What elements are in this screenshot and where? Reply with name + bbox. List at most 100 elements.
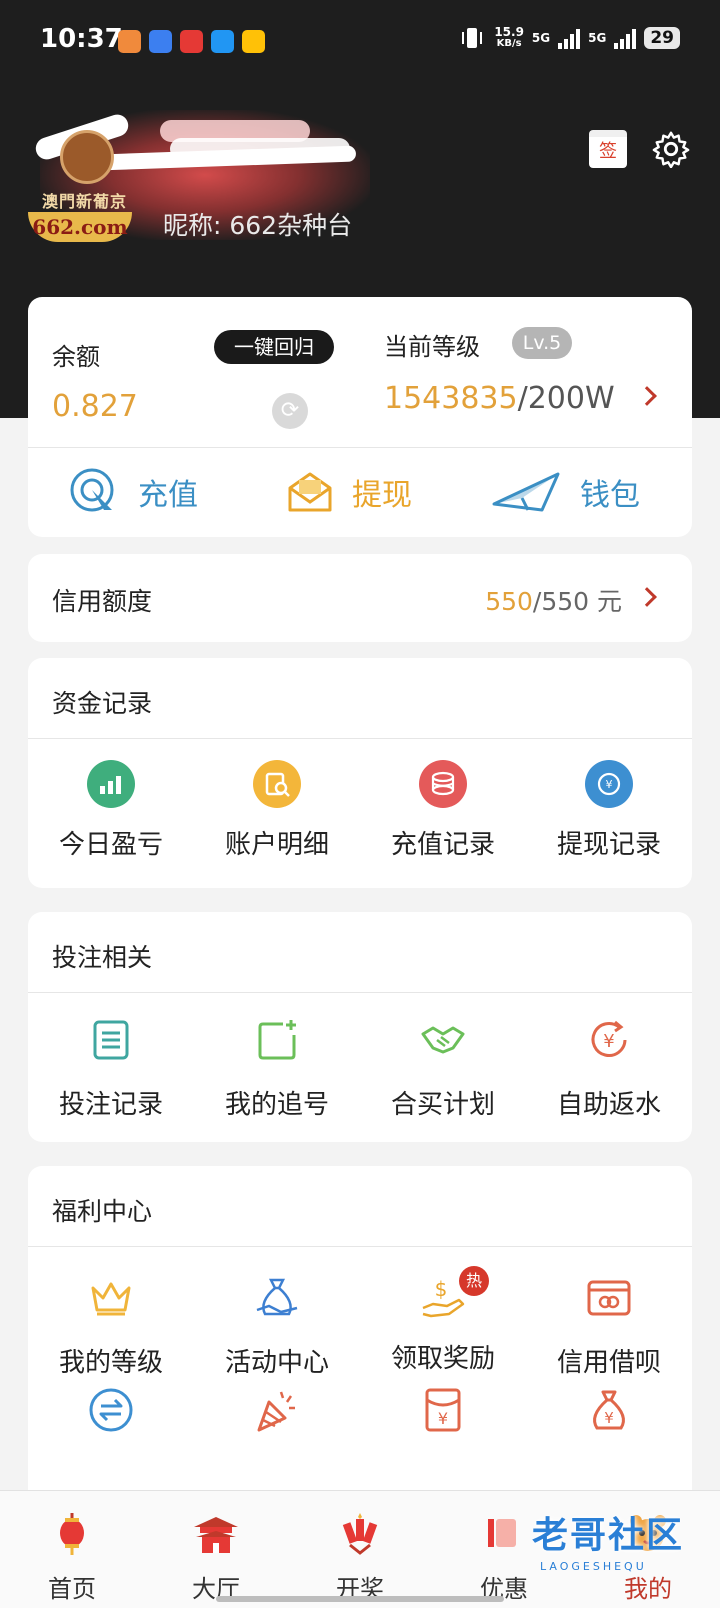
section-title: 福利中心 [52,1197,153,1226]
refresh-balance-icon[interactable] [272,393,308,429]
my-chase-button[interactable]: 我的追号 [194,1016,360,1121]
withdraw-icon [288,472,332,512]
wallet-icon [492,472,560,512]
activity-center-button[interactable]: 活动中心 [194,1274,360,1379]
status-bar: 10:37 15.9 KB/s 5G 5G 29 [0,0,720,84]
bet-record-button[interactable]: 投注记录 [28,1016,194,1121]
sim1-label: 5G [531,31,551,45]
betting-section: 投注相关 投注记录 我的追号 合买计划 ¥ 自助返水 [28,912,692,1142]
nav-home[interactable]: 首页 [0,1509,144,1604]
divider [28,447,692,448]
network-speed: 15.9 KB/s [494,26,524,50]
app-notification-icon [149,30,172,53]
reward-hand-wrapper: $ 热 [419,1266,489,1322]
level-current: 1543835 [384,381,518,416]
credit-value: 550/550 元 [485,582,622,618]
item-label: 投注记录 [58,1090,163,1120]
recharge-icon [70,468,114,512]
item-label: 活动中心 [224,1348,329,1378]
list-icon [93,1020,129,1060]
recharge-label: 充值 [138,478,198,513]
group-buy-button[interactable]: 合买计划 [360,1016,526,1121]
chart-icon [87,760,135,808]
hot-badge: 热 [459,1266,489,1296]
svg-text:¥: ¥ [603,1031,614,1052]
party-popper-icon[interactable] [253,1386,301,1434]
withdraw-record-button[interactable]: ¥ 提现记录 [526,760,692,861]
account-detail-button[interactable]: 账户明细 [194,760,360,861]
chevron-right-icon[interactable] [637,386,657,406]
brand-logo: 澳門新葡京 662.com [28,128,150,244]
settings-gear-icon[interactable] [652,130,690,168]
withdraw-button[interactable]: 提现 [286,459,412,525]
level-progress[interactable]: 1543835/200W [384,381,615,416]
svg-text:¥: ¥ [438,1409,448,1428]
app-notification-icon [211,30,234,53]
gift-bag-icon [256,1278,298,1316]
recharge-record-button[interactable]: 充值记录 [360,760,526,861]
level-target: /200W [517,381,615,416]
vibrate-icon [462,28,483,48]
recharge-button[interactable]: 充值 [68,459,198,525]
one-click-return-button[interactable]: 一键回归 [214,330,334,364]
nav-hall[interactable]: 大厅 [144,1509,288,1604]
transfer-icon[interactable] [87,1386,135,1434]
fund-records-section: 资金记录 今日盈亏 账户明细 充值记录 ¥ 提现记录 [28,658,692,888]
nav-draw[interactable]: 开奖 [288,1509,432,1604]
signal-icon [614,27,637,49]
watermark-sub: LAOGESHEQU [540,1560,647,1573]
claim-reward-button[interactable]: $ 热 领取奖励 [360,1266,526,1375]
app-notification-icon [118,30,141,53]
my-level-button[interactable]: 我的等级 [28,1274,194,1379]
card-icon [587,1280,631,1316]
account-detail-icon [253,760,301,808]
level-badge: Lv.5 [512,327,572,359]
sign-in-button[interactable]: 签 [589,130,627,168]
item-label: 信用借呗 [556,1348,661,1378]
nav-label: 我的 [624,1575,672,1603]
withdraw-label: 提现 [352,478,412,513]
today-profit-button[interactable]: 今日盈亏 [28,760,194,861]
divider [28,992,692,993]
watermark: 老哥社区 [531,1515,684,1556]
wallet-label: 钱包 [580,478,640,513]
home-indicator[interactable] [216,1596,504,1602]
credit-loan-button[interactable]: 信用借呗 [526,1274,692,1379]
credit-label: 信用额度 [52,587,153,616]
item-label: 合买计划 [390,1090,495,1120]
item-label: 领取奖励 [390,1344,495,1374]
chevron-right-icon[interactable] [637,587,657,607]
self-rebate-button[interactable]: ¥ 自助返水 [526,1016,692,1121]
section-title: 投注相关 [52,943,153,972]
yen-envelope-icon[interactable]: ¥ [419,1386,467,1434]
divider [28,738,692,739]
network-speed-unit: KB/s [496,38,522,49]
app-notification-icon [242,30,265,53]
item-label: 提现记录 [556,830,661,860]
credit-limit-card[interactable]: 信用额度 550/550 元 [28,554,692,642]
lantern-icon [60,1513,84,1555]
svg-text:¥: ¥ [606,778,613,791]
handshake-icon [421,1026,465,1054]
wallet-button[interactable]: 钱包 [492,459,640,525]
balance-value: 0.827 [52,389,138,424]
item-label: 自助返水 [556,1090,661,1120]
item-label: 充值记录 [390,830,495,860]
nickname: 昵称: 662杂种台 [163,211,353,240]
svg-text:¥: ¥ [604,1409,614,1427]
crown-icon [91,1282,131,1316]
add-square-icon [258,1020,296,1060]
network-speed-value: 15.9 [494,25,524,39]
money-bag-icon[interactable]: ¥ [585,1386,633,1434]
balance-label: 余额 [52,343,100,371]
logo-badge: 662.com [28,212,132,242]
notification-icons [118,30,265,53]
nav-label: 首页 [48,1575,96,1603]
item-label: 我的等级 [58,1348,163,1378]
withdraw-record-icon: ¥ [585,760,633,808]
yen-refresh-icon: ¥ [591,1020,627,1057]
divider [28,1246,692,1247]
credit-used: 550 [485,587,533,616]
logo-text: 澳門新葡京 [42,192,128,211]
status-indicators: 15.9 KB/s 5G 5G 29 [458,26,680,50]
